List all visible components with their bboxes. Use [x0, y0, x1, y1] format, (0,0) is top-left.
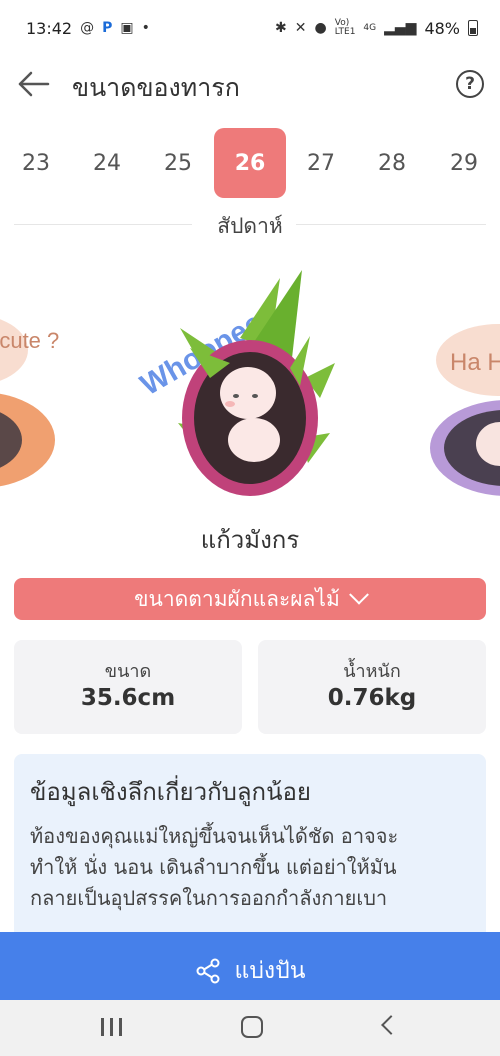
- system-back-icon[interactable]: [381, 1015, 401, 1035]
- week-item-26-selected[interactable]: 26: [214, 128, 286, 198]
- status-time: 13:42: [26, 18, 73, 38]
- status-left: 13:42 @ P ▣ •: [26, 19, 150, 38]
- week-unit-label: สัปดาห์: [217, 214, 283, 238]
- at-sign-icon: @: [80, 20, 95, 36]
- dragon-fruit-image: Whoopee: [135, 270, 335, 496]
- back-arrow-icon[interactable]: [16, 66, 52, 102]
- week-divider: สัปดาห์: [0, 198, 500, 250]
- dot-icon: •: [141, 20, 150, 36]
- insight-card: ข้อมูลเชิงลึกเกี่ยวกับลูกน้อย ท้องของคุณ…: [14, 754, 486, 954]
- home-icon[interactable]: [241, 1016, 263, 1038]
- help-icon[interactable]: ?: [456, 70, 484, 98]
- fruit-name: แก้วมังกร: [200, 526, 300, 554]
- week-selector: 23 24 25 26 27 28 29: [0, 128, 500, 198]
- week-item-29[interactable]: 29: [428, 128, 500, 198]
- status-right: ✱ ✕ ● Vo) LTE1 4G ▂▄▆ 48%: [275, 19, 478, 38]
- insight-line: ท้องของคุณแม่ใหญ่ขึ้นจนเห็นได้ชัด อาจจะ: [30, 824, 399, 848]
- weight-value: 0.76kg: [327, 685, 417, 711]
- right-bubble-text: Ha Ha: [450, 349, 500, 376]
- size-label: ขนาด: [104, 661, 152, 682]
- divider-line-right: [296, 224, 486, 225]
- share-label: แบ่งปัน: [234, 958, 306, 984]
- category-dropdown-button[interactable]: ขนาดตามผักและผลไม้: [14, 578, 486, 620]
- week-item-27[interactable]: 27: [285, 128, 357, 198]
- fruit-carousel[interactable]: Am I cute ? Whoopee Ha Ha: [0, 262, 500, 512]
- weight-card: น้ำหนัก 0.76kg: [258, 640, 486, 734]
- help-icon-glyph: ?: [465, 74, 475, 94]
- page-title: ขนาดของทารก: [72, 73, 240, 102]
- status-bar: 13:42 @ P ▣ • ✱ ✕ ● Vo) LTE1 4G ▂▄▆ 48%: [0, 0, 500, 56]
- mute-icon: ✕: [294, 20, 307, 36]
- size-card: ขนาด 35.6cm: [14, 640, 242, 734]
- pinterest-icon: P: [102, 20, 113, 36]
- battery-percent: 48%: [424, 18, 460, 38]
- size-value: 35.6cm: [80, 685, 176, 711]
- volte-icon: Vo) LTE1: [334, 18, 356, 37]
- insight-line: ทำให้ นั่ง นอน เดินลำบากขึ้น แต่อย่าให้ม…: [30, 855, 397, 879]
- signal-icon: ▂▄▆: [384, 20, 417, 36]
- share-icon: [196, 958, 219, 984]
- weight-label: น้ำหนัก: [343, 661, 401, 682]
- location-icon: ●: [314, 20, 327, 36]
- app-bar: ขนาดของทารก ?: [0, 56, 500, 112]
- insight-title: ข้อมูลเชิงลึกเกี่ยวกับลูกน้อย: [30, 778, 311, 806]
- system-nav-bar: [0, 1000, 500, 1056]
- left-bubble-text: Am I cute ?: [0, 328, 59, 353]
- week-item-23[interactable]: 23: [0, 128, 72, 198]
- battery-icon: [468, 20, 478, 36]
- week-item-28[interactable]: 28: [356, 128, 428, 198]
- previous-fruit-image[interactable]: Am I cute ?: [0, 290, 70, 490]
- chevron-down-icon: [348, 584, 369, 605]
- network-type: 4G: [363, 23, 377, 33]
- next-fruit-image[interactable]: Ha Ha: [428, 298, 500, 498]
- recent-apps-icon[interactable]: [101, 1018, 123, 1036]
- bluetooth-icon: ✱: [275, 20, 287, 36]
- week-item-24[interactable]: 24: [71, 128, 143, 198]
- image-icon: ▣: [120, 20, 134, 36]
- week-item-25[interactable]: 25: [142, 128, 214, 198]
- share-button[interactable]: แบ่งปัน: [0, 932, 500, 1010]
- insight-line: กลายเป็นอุปสรรคในการออกกำลังกายเบา: [30, 886, 388, 910]
- category-label: ขนาดตามผักและผลไม้: [134, 586, 340, 611]
